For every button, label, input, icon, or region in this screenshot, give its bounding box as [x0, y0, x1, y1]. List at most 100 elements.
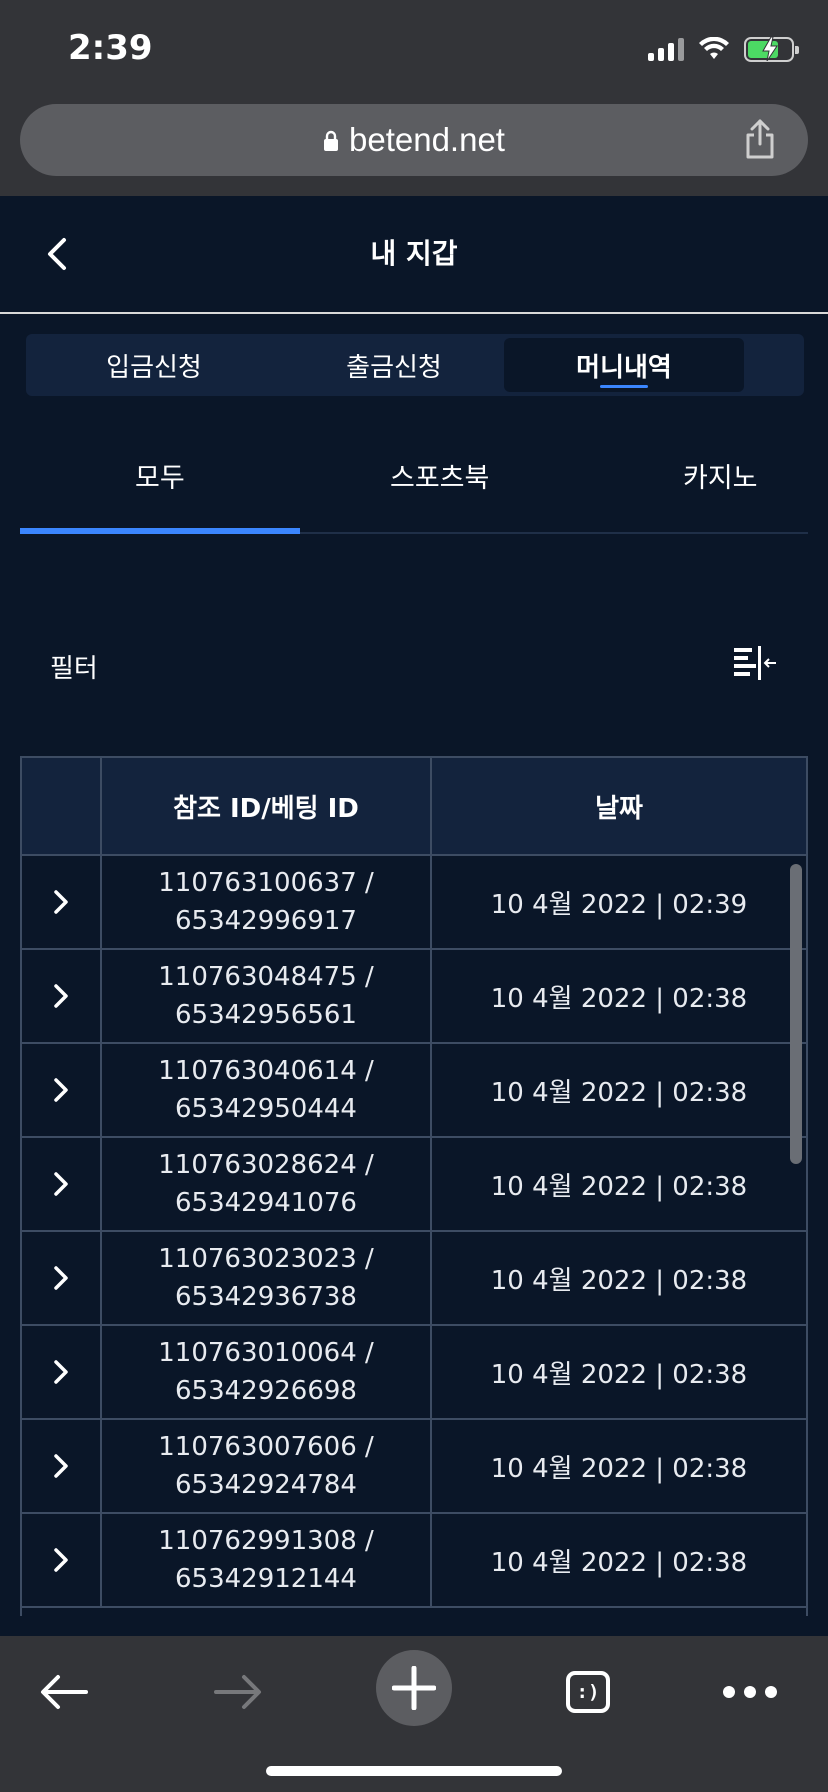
tab-sportsbook[interactable]: 스포츠북: [390, 456, 489, 495]
expand-cell[interactable]: [22, 1326, 102, 1418]
bet-id: 65342996917: [175, 906, 357, 936]
wifi-icon: [699, 37, 729, 59]
table-row[interactable]: 110763023023 / 65342936738 10 4월 2022 | 02…: [22, 1232, 806, 1326]
ref-bet-id-cell: 110763007606 / 65342924784: [102, 1420, 432, 1512]
ref-id: 110763028624 /: [158, 1150, 374, 1180]
url-text: betend.net: [349, 121, 505, 158]
chevron-right-icon: [54, 1360, 68, 1384]
expand-cell[interactable]: [22, 1044, 102, 1136]
expand-cell[interactable]: [22, 1420, 102, 1512]
table-row[interactable]: 110763100637 / 65342996917 10 4월 2022 | 02…: [22, 856, 806, 950]
expand-cell[interactable]: [22, 1514, 102, 1606]
date-cell: 10 4월 2022 | 02:38: [490, 1453, 748, 1484]
bet-id: 65342936738: [175, 1282, 357, 1312]
chevron-right-icon: [54, 1266, 68, 1290]
expand-cell[interactable]: [22, 1232, 102, 1324]
ref-bet-id-cell: 110763023023 / 65342936738: [102, 1232, 432, 1324]
browser-forward-button[interactable]: [206, 1660, 270, 1724]
date-cell: 10 4월 2022 | 02:38: [490, 983, 748, 1014]
chevron-right-icon: [54, 1078, 68, 1102]
status-time: 2:39: [68, 28, 153, 68]
date-cell: 10 4월 2022 | 02:39: [490, 889, 748, 920]
new-tab-button[interactable]: [376, 1650, 452, 1726]
browser-chrome-top: 2:39 betend.net: [0, 0, 828, 196]
tab-all[interactable]: 모두: [135, 456, 185, 495]
bet-id: 65342956561: [175, 1000, 357, 1030]
active-category-indicator: [20, 528, 300, 534]
table-body: 110763100637 / 65342996917 10 4월 2022 | 02…: [22, 856, 806, 1608]
money-history-table: 참조 ID/베팅 ID 날짜 110763100637 / 65342996917…: [20, 756, 808, 1616]
bet-id: 65342912144: [175, 1564, 357, 1594]
tab-deposit-request[interactable]: 입금신청: [34, 338, 274, 392]
active-tab-underline: [600, 385, 648, 388]
ref-bet-id-cell: 110763040614 / 65342950444: [102, 1044, 432, 1136]
date-cell: 10 4월 2022 | 02:38: [490, 1265, 748, 1296]
table-row[interactable]: 110763040614 / 65342950444 10 4월 2022 | 02…: [22, 1044, 806, 1138]
header-expand-col: [22, 758, 102, 854]
scrollbar-thumb[interactable]: [790, 864, 802, 1164]
ref-id: 110763023023 /: [158, 1244, 374, 1274]
chevron-right-icon: [54, 890, 68, 914]
expand-cell[interactable]: [22, 856, 102, 948]
table-row[interactable]: 110762991308 / 65342912144 10 4월 2022 | 02…: [22, 1514, 806, 1608]
bet-id: 65342924784: [175, 1470, 357, 1500]
ref-id: 110763048475 /: [158, 962, 374, 992]
expand-cell[interactable]: [22, 950, 102, 1042]
ref-id: 110763040614 /: [158, 1056, 374, 1086]
tab-money-history-label: 머니내역: [576, 352, 672, 383]
chevron-right-icon: [54, 984, 68, 1008]
page-header: 내 지갑: [0, 196, 828, 314]
tabs-overview-button[interactable]: :): [556, 1660, 620, 1724]
date-cell: 10 4월 2022 | 02:38: [490, 1171, 748, 1202]
category-tabs: 모두 스포츠북 카지노: [20, 440, 808, 534]
table-row[interactable]: 110763010064 / 65342926698 10 4월 2022 | 02…: [22, 1326, 806, 1420]
date-cell: 10 4월 2022 | 02:38: [490, 1547, 748, 1578]
header-date: 날짜: [595, 793, 643, 824]
url-bar[interactable]: betend.net: [20, 104, 808, 176]
tab-money-history[interactable]: 머니내역: [504, 338, 744, 392]
arrow-left-icon: [41, 1675, 88, 1709]
ref-id: 110762991308 /: [158, 1526, 374, 1556]
date-cell: 10 4월 2022 | 02:38: [490, 1077, 748, 1108]
tab-casino[interactable]: 카지노: [683, 456, 758, 495]
lock-icon: [324, 130, 338, 151]
browser-back-button[interactable]: [32, 1660, 96, 1724]
tab-withdraw-request[interactable]: 출금신청: [274, 338, 514, 392]
date-cell: 10 4월 2022 | 02:38: [490, 1359, 748, 1390]
plus-icon: [392, 1666, 436, 1710]
ref-id: 110763100637 /: [158, 868, 374, 898]
table-row[interactable]: 110763028624 / 65342941076 10 4월 2022 | 02…: [22, 1138, 806, 1232]
browser-toolbar: :): [0, 1636, 828, 1792]
share-icon[interactable]: [740, 118, 780, 160]
chevron-right-icon: [54, 1548, 68, 1572]
ref-bet-id-cell: 110762991308 / 65342912144: [102, 1514, 432, 1606]
status-icons: [648, 34, 799, 64]
ref-id: 110763007606 /: [158, 1432, 374, 1462]
bet-id: 65342941076: [175, 1188, 357, 1218]
page-title: 내 지갑: [370, 237, 458, 270]
wallet-segment-tabs: 입금신청 출금신청 머니내역: [26, 334, 804, 396]
battery-icon: [744, 36, 799, 62]
arrow-right-icon: [214, 1675, 261, 1709]
ref-bet-id-cell: 110763100637 / 65342996917: [102, 856, 432, 948]
bet-id: 65342926698: [175, 1376, 357, 1406]
filter-label: 필터: [50, 654, 98, 684]
tabs-icon: :): [566, 1671, 610, 1713]
ref-bet-id-cell: 110763028624 / 65342941076: [102, 1138, 432, 1230]
expand-cell[interactable]: [22, 1138, 102, 1230]
ref-id: 110763010064 /: [158, 1338, 374, 1368]
cellular-signal-icon: [648, 37, 684, 61]
table-row[interactable]: 110763007606 / 65342924784 10 4월 2022 | 02…: [22, 1420, 806, 1514]
table-header: 참조 ID/베팅 ID 날짜: [22, 758, 806, 856]
header-ref-bet-id: 참조 ID/베팅 ID: [102, 758, 432, 854]
chevron-right-icon: [54, 1454, 68, 1478]
more-menu-button[interactable]: [718, 1660, 782, 1724]
home-indicator: [266, 1766, 562, 1776]
ref-bet-id-cell: 110763010064 / 65342926698: [102, 1326, 432, 1418]
more-dots-icon: [723, 1686, 777, 1698]
bet-id: 65342950444: [175, 1094, 357, 1124]
table-row[interactable]: 110763048475 / 65342956561 10 4월 2022 | 02…: [22, 950, 806, 1044]
chevron-right-icon: [54, 1172, 68, 1196]
ref-bet-id-cell: 110763048475 / 65342956561: [102, 950, 432, 1042]
filter-toggle-icon[interactable]: [732, 644, 778, 684]
